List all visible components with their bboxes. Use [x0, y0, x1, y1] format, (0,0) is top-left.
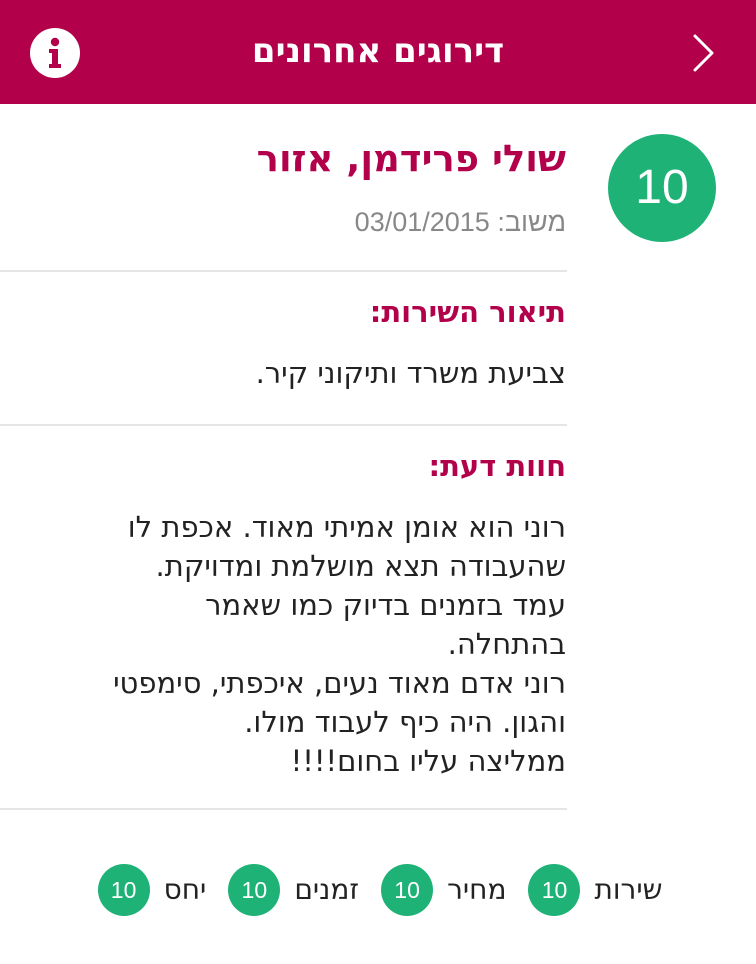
divider: [0, 424, 567, 426]
divider: [0, 270, 567, 272]
score-item-timing: זמנים 10: [228, 864, 359, 916]
score-item-service: שירות 10: [528, 864, 662, 916]
date-value: 03/01/2015: [354, 207, 490, 237]
score-badge: 10: [228, 864, 281, 916]
score-item-price: מחיר 10: [381, 864, 506, 916]
score-label: זמנים: [294, 873, 360, 906]
review-card: 10 שולי פרידמן, אזור משוב: 03/01/2015 תי…: [0, 104, 756, 964]
score-badge: 10: [381, 864, 434, 916]
score-label: מחיר: [447, 873, 507, 906]
review-date: משוב: 03/01/2015: [46, 204, 566, 240]
date-label: משוב:: [497, 207, 566, 237]
score-item-attitude: יחס 10: [97, 864, 207, 916]
score-label: יחס: [163, 873, 207, 906]
reviewer-name: שולי פרידמן, אזור: [256, 137, 566, 180]
overall-rating-badge: 10: [608, 134, 716, 242]
service-text: צביעת משרד ותיקוני קיר.: [255, 356, 566, 390]
service-title: תיאור השירות:: [369, 295, 566, 329]
header-bar: דירוגים אחרונים: [0, 0, 756, 104]
score-badge: 10: [528, 864, 581, 916]
chevron-right-icon[interactable]: [682, 28, 726, 78]
page-title: דירוגים אחרונים: [251, 31, 505, 71]
score-badge: 10: [97, 864, 150, 916]
score-label: שירות: [594, 873, 663, 906]
opinion-text: רוני הוא אומן אמיתי מאוד. אכפת לו שהעבוד…: [113, 510, 566, 778]
score-breakdown: שירות 10 מחיר 10 זמנים 10 יחס 10: [60, 864, 700, 916]
opinion-title: חוות דעת:: [428, 449, 566, 483]
divider: [0, 808, 567, 810]
